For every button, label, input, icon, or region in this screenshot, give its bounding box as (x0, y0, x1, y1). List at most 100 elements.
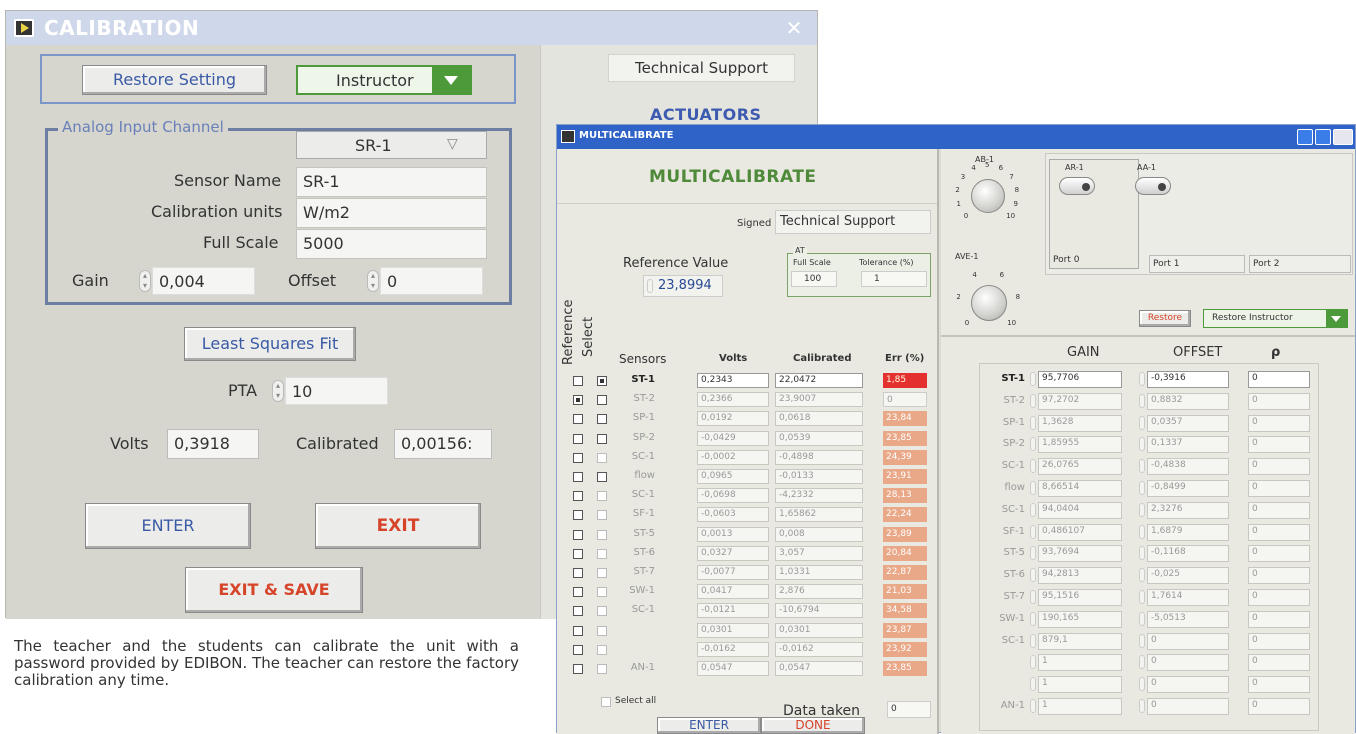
select-checkbox[interactable] (597, 376, 607, 386)
sensor-name-field[interactable]: SR-1 (296, 167, 487, 197)
select-checkbox[interactable] (597, 510, 607, 521)
at-tolerance-field[interactable]: 1 (861, 271, 927, 287)
gain-field[interactable]: 0,004 (152, 267, 255, 295)
offset-stepper[interactable] (1139, 415, 1145, 430)
offset-cell[interactable]: -0,3916 (1147, 371, 1229, 388)
reference-checkbox[interactable] (573, 529, 583, 540)
offset-cell[interactable]: -5,0513 (1147, 610, 1229, 628)
gain-cell[interactable]: 26,0765 (1038, 458, 1122, 476)
offset-stepper[interactable] (1139, 524, 1145, 539)
gain-stepper[interactable] (1030, 459, 1036, 474)
offset-stepper[interactable] (1139, 437, 1145, 452)
offset-cell[interactable]: 0,8832 (1147, 392, 1229, 410)
gain-cell[interactable]: 1,85955 (1038, 436, 1122, 454)
reference-checkbox[interactable] (573, 395, 583, 406)
exit-and-save-button[interactable]: EXIT & SAVE (185, 567, 363, 613)
gain-cell[interactable]: 0,486107 (1038, 523, 1122, 541)
offset-cell[interactable]: 0 (1147, 698, 1229, 715)
offset-stepper[interactable] (1139, 393, 1145, 408)
gain-cell[interactable]: 94,2813 (1038, 567, 1122, 585)
select-checkbox[interactable] (597, 472, 607, 482)
aa-toggle[interactable] (1135, 177, 1171, 195)
gain-cell[interactable]: 8,66514 (1038, 480, 1122, 497)
gain-stepper[interactable] (1030, 502, 1036, 517)
gain-cell[interactable]: 1 (1038, 654, 1122, 672)
gain-cell[interactable]: 190,165 (1038, 610, 1122, 628)
gain-cell[interactable]: 95,1516 (1038, 589, 1122, 606)
offset-stepper[interactable] (1139, 546, 1145, 561)
done-button[interactable]: DONE (761, 717, 865, 734)
offset-cell[interactable]: -0,4838 (1147, 458, 1229, 476)
minimize-icon[interactable] (1297, 129, 1313, 145)
offset-cell[interactable]: 0 (1147, 654, 1229, 672)
offset-cell[interactable]: 1,7614 (1147, 589, 1229, 606)
gain-stepper[interactable] (1030, 590, 1036, 604)
role-select[interactable]: Instructor (296, 65, 472, 95)
offset-cell[interactable]: 0 (1147, 676, 1229, 694)
gain-stepper[interactable] (1030, 546, 1036, 561)
offset-stepper[interactable] (1139, 611, 1145, 626)
offset-cell[interactable]: -0,8499 (1147, 480, 1229, 497)
gain-stepper[interactable] (1030, 437, 1036, 452)
reference-checkbox[interactable] (573, 548, 583, 559)
reference-checkbox[interactable] (573, 376, 583, 386)
reference-checkbox[interactable] (573, 625, 583, 636)
ave-knob[interactable] (971, 285, 1007, 321)
at-full-scale-field[interactable]: 100 (791, 271, 837, 287)
offset-stepper[interactable] (1139, 590, 1145, 604)
gain-stepper[interactable] (1030, 415, 1036, 430)
reference-checkbox[interactable] (573, 472, 583, 482)
ar-toggle[interactable] (1059, 177, 1095, 195)
select-checkbox[interactable] (597, 587, 607, 598)
offset-field[interactable]: 0 (380, 267, 483, 295)
reference-checkbox[interactable] (573, 414, 583, 425)
multicalibrate-titlebar[interactable]: MULTICALIBRATE (557, 125, 1355, 149)
offset-stepper[interactable] (1139, 502, 1145, 517)
gain-cell[interactable]: 1 (1038, 698, 1122, 715)
select-checkbox[interactable] (597, 395, 607, 406)
offset-stepper[interactable] (1139, 633, 1145, 648)
close-icon[interactable] (1333, 129, 1353, 145)
gain-stepper[interactable]: ▴ ▾ (139, 270, 151, 292)
restore-button[interactable]: Restore (1139, 310, 1191, 327)
reference-value-field[interactable]: 23,8994 (643, 275, 723, 297)
offset-stepper[interactable] (1139, 481, 1145, 495)
gain-cell[interactable]: 879,1 (1038, 632, 1122, 650)
pta-stepper[interactable]: ▴ ▾ (272, 380, 284, 402)
reference-checkbox[interactable] (573, 587, 583, 598)
gain-stepper[interactable] (1030, 481, 1036, 495)
reference-checkbox[interactable] (573, 491, 583, 502)
gain-cell[interactable]: 93,7694 (1038, 545, 1122, 563)
select-checkbox[interactable] (597, 568, 607, 578)
gain-stepper[interactable] (1030, 699, 1036, 713)
exit-button[interactable]: EXIT (315, 503, 481, 549)
restore-instructor-select[interactable]: Restore Instructor (1203, 309, 1348, 328)
offset-cell[interactable]: -0,025 (1147, 567, 1229, 585)
gain-stepper[interactable] (1030, 611, 1036, 626)
offset-stepper[interactable] (1139, 699, 1145, 713)
offset-stepper[interactable] (1139, 568, 1145, 583)
least-squares-fit-button[interactable]: Least Squares Fit (184, 327, 356, 361)
gain-stepper[interactable] (1030, 655, 1036, 670)
calibration-units-field[interactable]: W/m2 (296, 198, 487, 228)
close-icon[interactable]: ✕ (783, 17, 805, 39)
dropdown-arrow-icon[interactable] (432, 67, 470, 93)
gain-cell[interactable]: 1,3628 (1038, 414, 1122, 432)
offset-cell[interactable]: -0,1168 (1147, 545, 1229, 563)
select-checkbox[interactable] (597, 452, 607, 463)
gain-cell[interactable]: 97,2702 (1038, 392, 1122, 410)
ab-knob[interactable] (971, 179, 1005, 213)
enter-button[interactable]: ENTER (85, 503, 251, 549)
calibration-titlebar[interactable]: CALIBRATION ✕ (6, 11, 817, 45)
gain-cell[interactable]: 95,7706 (1038, 371, 1122, 388)
reference-checkbox[interactable] (573, 664, 583, 674)
select-checkbox[interactable] (597, 606, 607, 617)
offset-stepper[interactable] (1139, 459, 1145, 474)
gain-stepper[interactable] (1030, 568, 1036, 583)
dropdown-arrow-icon[interactable] (1326, 310, 1347, 327)
gain-stepper[interactable] (1030, 524, 1036, 539)
offset-cell[interactable]: 2,3276 (1147, 501, 1229, 519)
reference-value-stepper[interactable] (647, 279, 653, 293)
gain-stepper[interactable] (1030, 677, 1036, 692)
gain-stepper[interactable] (1030, 633, 1036, 648)
